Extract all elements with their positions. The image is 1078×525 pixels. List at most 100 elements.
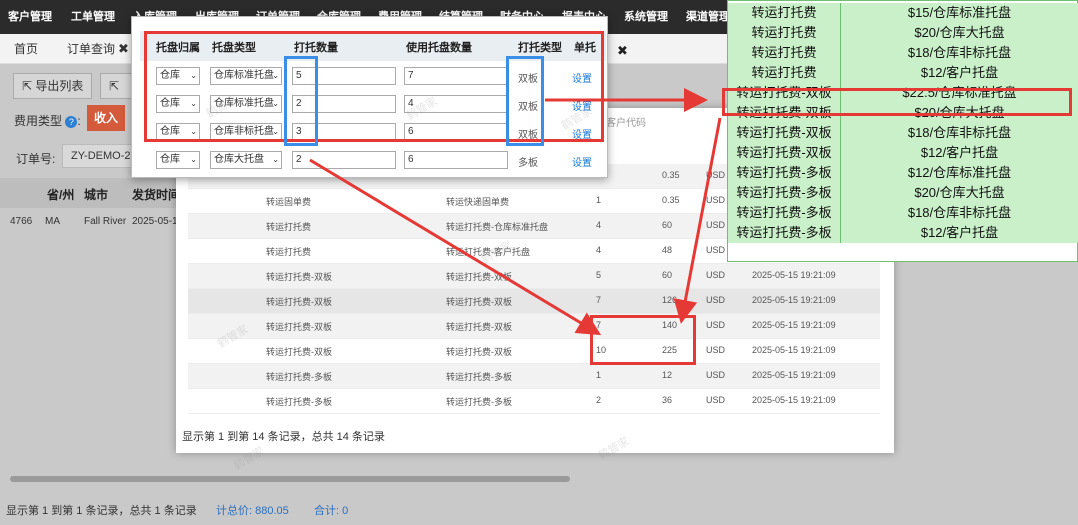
table-cell: 60 bbox=[662, 270, 673, 280]
table-cell: USD bbox=[706, 220, 726, 230]
header-state: 省/州 bbox=[47, 188, 75, 202]
header-city: 城市 bbox=[84, 188, 109, 202]
modal-footer: 显示第 1 到第 14 条记录，总共 14 条记录 bbox=[182, 431, 385, 443]
table-cell: 转运打托费 bbox=[266, 247, 312, 257]
price-value: $18/仓库非标托盘 bbox=[841, 43, 1078, 63]
price-value: $18/仓库非标托盘 bbox=[841, 123, 1078, 143]
close-icon[interactable]: ✖ bbox=[118, 41, 129, 56]
table-row[interactable]: 转运打托费-双板 转运打托费-双板 7 140 USD 2025-05-15 19:21:… bbox=[188, 314, 880, 339]
bg-cell-date: 2025-05-1 bbox=[132, 216, 178, 227]
pallet-type-select[interactable]: 仓库大托盘 ⌄ bbox=[210, 151, 282, 169]
price-fee-name: 转运打托费-多板 bbox=[728, 183, 841, 203]
table-cell: 1 bbox=[596, 370, 602, 380]
chevron-down-icon: ⌄ bbox=[272, 155, 279, 164]
income-button[interactable]: 收入 bbox=[87, 105, 125, 131]
annotation-blue-box-mode bbox=[506, 56, 544, 146]
price-row: 转运打托费 $12/客户托盘 bbox=[728, 63, 1078, 83]
close-icon[interactable]: ✖ bbox=[617, 43, 628, 59]
table-cell: 转运打托费-多板 bbox=[266, 372, 332, 382]
table-cell: 7 bbox=[596, 295, 602, 305]
price-row: 转运打托费 $20/仓库大托盘 bbox=[728, 23, 1078, 43]
price-row: 转运打托费-双板 $12/客户托盘 bbox=[728, 143, 1078, 163]
export-list-button[interactable]: ⇱ 导出列表 bbox=[13, 73, 93, 99]
table-cell: 4 bbox=[596, 245, 602, 255]
table-cell: 1 bbox=[596, 195, 602, 205]
footer-sum: 合计: 0 bbox=[314, 502, 348, 518]
bg-cell-city: Fall River bbox=[84, 216, 127, 227]
price-row: 转运打托费-多板 $18/仓库非标托盘 bbox=[728, 203, 1078, 223]
table-cell: USD bbox=[706, 295, 726, 305]
table-cell: USD bbox=[706, 170, 726, 180]
table-cell: 转运打托费 bbox=[266, 222, 312, 232]
price-fee-name: 转运打托费 bbox=[728, 23, 841, 43]
price-fee-name: 转运打托费 bbox=[728, 43, 841, 63]
price-row: 转运打托费-多板 $20/仓库大托盘 bbox=[728, 183, 1078, 203]
bg-cell-id: 4766 bbox=[10, 216, 33, 227]
pallet-row: 仓库 ⌄ 仓库大托盘 ⌄ 2 6 多板 设置 bbox=[140, 147, 606, 175]
table-cell: 2 bbox=[596, 395, 602, 405]
price-row: 转运打托费-多板 $12/仓库标准托盘 bbox=[728, 163, 1078, 183]
export-icon: ⇱ bbox=[109, 79, 120, 93]
tab-order-query[interactable]: 订单查询 ✖ bbox=[67, 34, 129, 64]
table-cell: 2025-05-15 19:21:09 bbox=[752, 345, 836, 355]
price-value: $12/客户托盘 bbox=[841, 63, 1078, 83]
table-cell: 转运快递固单费 bbox=[446, 197, 510, 207]
price-row: 转运打托费 $15/仓库标准托盘 bbox=[728, 3, 1078, 23]
price-value: $20/仓库大托盘 bbox=[841, 183, 1078, 203]
tab-home[interactable]: 首页 bbox=[14, 34, 38, 64]
table-cell: 转运打托费-双板 bbox=[446, 272, 512, 282]
pallet-owner-select[interactable]: 仓库 ⌄ bbox=[156, 151, 200, 169]
used-pallets-input[interactable]: 6 bbox=[404, 151, 508, 169]
table-cell: 12 bbox=[662, 370, 673, 380]
nav-item[interactable]: 客户管理 bbox=[8, 0, 52, 34]
pallet-type-value: 仓库大托盘 bbox=[214, 154, 264, 165]
table-row[interactable]: 转运打托费-多板 转运打托费-多板 1 12 USD 2025-05-15 19:21:0… bbox=[188, 364, 880, 389]
table-cell: 5 bbox=[596, 270, 602, 280]
price-value: $12/客户托盘 bbox=[841, 223, 1078, 243]
table-cell: 60 bbox=[662, 220, 673, 230]
fee-type-text: 费用类型 bbox=[14, 114, 63, 128]
price-fee-name: 转运打托费-双板 bbox=[728, 123, 841, 143]
table-cell: 36 bbox=[662, 395, 673, 405]
price-fee-name: 转运打托费-多板 bbox=[728, 163, 841, 183]
price-fee-name: 转运打托费-双板 bbox=[728, 143, 841, 163]
pallet-count-input[interactable]: 2 bbox=[292, 151, 396, 169]
nav-item[interactable]: 工单管理 bbox=[71, 0, 115, 34]
table-cell: 转运打托费-多板 bbox=[446, 372, 512, 382]
set-link[interactable]: 设置 bbox=[572, 154, 592, 169]
table-cell: USD bbox=[706, 245, 726, 255]
annotation-blue-box-count bbox=[284, 56, 318, 146]
table-row[interactable]: 转运打托费-双板 转运打托费-双板 5 60 USD 2025-05-15 19:21:0… bbox=[188, 264, 880, 289]
horizontal-scrollbar[interactable] bbox=[10, 476, 570, 482]
footer-total: 计总价: 880.05 bbox=[216, 502, 289, 518]
total-label: 计总价: bbox=[216, 505, 253, 517]
pallet-owner-value: 仓库 bbox=[160, 154, 180, 165]
table-row[interactable]: 转运打托费-双板 转运打托费-双板 10 225 USD 2025-05-15 19:21… bbox=[188, 339, 880, 364]
export-icon: ⇱ bbox=[22, 79, 33, 93]
export-list-label: 导出列表 bbox=[35, 79, 84, 93]
help-icon[interactable]: ? bbox=[65, 115, 78, 128]
sum-value: 0 bbox=[342, 505, 349, 517]
table-cell: 转运固单费 bbox=[266, 197, 312, 207]
sum-label: 合计: bbox=[314, 505, 340, 517]
order-label: 订单号: bbox=[16, 152, 56, 166]
order-number-input[interactable]: ZY-DEMO-2 bbox=[62, 144, 132, 168]
table-cell: USD bbox=[706, 320, 726, 330]
table-cell: 0.35 bbox=[662, 170, 680, 180]
bg-table-header: 省/州 城市 发货时间 bbox=[0, 178, 180, 208]
price-value: $12/客户托盘 bbox=[841, 143, 1078, 163]
table-cell: 转运打托费-多板 bbox=[446, 397, 512, 407]
table-row[interactable]: 转运打托费-双板 转运打托费-双板 7 126 USD 2025-05-15 19:21:… bbox=[188, 289, 880, 314]
nav-item[interactable]: 系统管理 bbox=[624, 0, 668, 34]
table-cell: 2025-05-15 19:21:09 bbox=[752, 320, 836, 330]
table-cell: 转运打托费-仓库标准托盘 bbox=[446, 222, 548, 232]
price-fee-name: 转运打托费-多板 bbox=[728, 203, 841, 223]
table-cell: 转运打托费-双板 bbox=[266, 272, 332, 282]
price-value: $18/仓库非标托盘 bbox=[841, 203, 1078, 223]
table-cell: USD bbox=[706, 345, 726, 355]
table-cell: 2025-05-15 19:21:09 bbox=[752, 295, 836, 305]
nav-item[interactable]: 渠道管理 bbox=[686, 0, 730, 34]
table-row[interactable]: 转运打托费-多板 转运打托费-多板 2 36 USD 2025-05-15 19:21:0… bbox=[188, 389, 880, 414]
pallet-mode-value: 多板 bbox=[518, 158, 538, 169]
price-row: 转运打托费 $18/仓库非标托盘 bbox=[728, 43, 1078, 63]
